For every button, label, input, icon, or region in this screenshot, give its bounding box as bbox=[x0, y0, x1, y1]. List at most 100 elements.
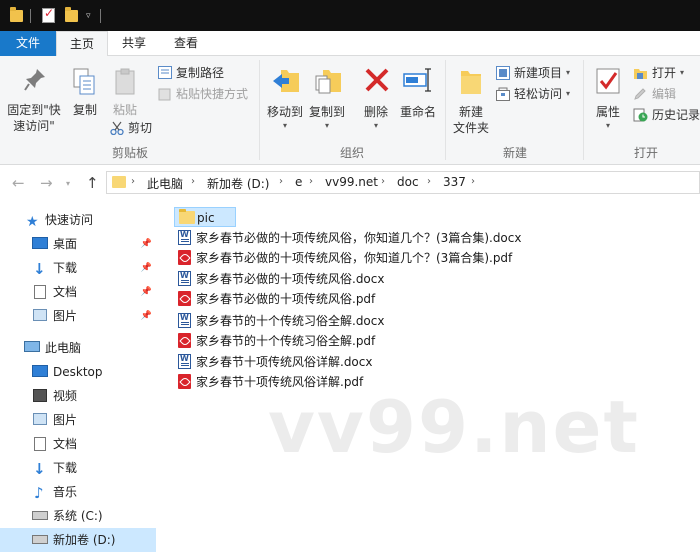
pdf-icon bbox=[178, 291, 191, 306]
new-folder-quick-icon[interactable] bbox=[65, 7, 78, 22]
pin-icon[interactable]: 📌 bbox=[141, 256, 152, 280]
group-divider bbox=[445, 60, 446, 160]
forward-arrow-icon[interactable]: → bbox=[40, 174, 53, 192]
nav-item-drive-d[interactable]: 新加卷 (D:) bbox=[0, 528, 156, 552]
easy-access-label: 轻松访问 bbox=[514, 87, 563, 101]
video-icon bbox=[33, 389, 47, 402]
new-group-label: 新建 bbox=[502, 146, 527, 160]
paste-shortcut-label: 粘贴快捷方式 bbox=[176, 87, 249, 101]
breadcrumb-doc[interactable]: doc bbox=[397, 175, 419, 189]
breadcrumb-this-pc[interactable]: 此电脑 bbox=[147, 175, 183, 192]
nav-item-videos[interactable]: 视频 bbox=[0, 384, 156, 408]
breadcrumb-vv99[interactable]: vv99.net bbox=[325, 175, 378, 189]
rename-button[interactable]: 重命名 bbox=[396, 66, 440, 126]
new-item-dropdown-icon: ▾ bbox=[566, 68, 571, 77]
copy-button[interactable]: 复制 bbox=[66, 68, 104, 128]
tab-home[interactable]: 主页 bbox=[56, 31, 108, 57]
properties-dropdown-icon: ▾ bbox=[605, 121, 610, 130]
toolbar-divider bbox=[100, 9, 101, 23]
history-label: 历史记录 bbox=[652, 108, 700, 122]
nav-item-desktop-qa[interactable]: 桌面 📌 bbox=[0, 232, 156, 256]
download-arrow-icon: ↓ bbox=[33, 460, 46, 478]
nav-this-pc-label: 此电脑 bbox=[45, 341, 82, 355]
title-bar: ✓ ▿ bbox=[0, 0, 700, 31]
pdf-icon bbox=[178, 374, 191, 389]
folder-icon[interactable] bbox=[10, 7, 23, 22]
address-bar[interactable]: › 此电脑 › 新加卷 (D:) › e › vv99.net › doc › … bbox=[106, 171, 700, 194]
properties-button[interactable]: 属性 ▾ bbox=[588, 66, 628, 134]
copy-to-button[interactable]: 复制到 ▾ bbox=[306, 66, 348, 134]
tab-share[interactable]: 共享 bbox=[111, 31, 157, 56]
pin-quick-access-button[interactable]: 固定到"快 速访问" bbox=[4, 68, 64, 138]
customize-toolbar-icon[interactable]: ▿ bbox=[86, 11, 91, 28]
list-item-folder-pic[interactable]: pic bbox=[174, 207, 236, 227]
pin-quick-access-label-2: 速访问" bbox=[13, 119, 55, 133]
file-name: 家乡春节必做的十项传统风俗，你知道几个？(3篇合集).pdf bbox=[196, 251, 513, 265]
chevron-right-icon: › bbox=[309, 176, 313, 187]
delete-button[interactable]: 删除 ▾ bbox=[358, 66, 394, 134]
new-folder-icon bbox=[461, 71, 481, 94]
move-to-dropdown-icon: ▾ bbox=[282, 121, 287, 130]
picture-icon bbox=[33, 309, 47, 321]
nav-label: 视频 bbox=[53, 389, 78, 403]
nav-label: 新加卷 (D:) bbox=[53, 533, 116, 547]
word-document-icon bbox=[178, 354, 191, 369]
folder-icon bbox=[179, 209, 195, 224]
pin-icon[interactable]: 📌 bbox=[141, 304, 152, 328]
group-divider bbox=[583, 60, 584, 160]
pdf-icon bbox=[178, 333, 191, 348]
nav-label: 音乐 bbox=[53, 485, 78, 499]
nav-item-documents-qa[interactable]: 文档 📌 bbox=[0, 280, 156, 304]
breadcrumb-drive-d[interactable]: 新加卷 (D:) bbox=[207, 175, 269, 192]
copy-icon bbox=[73, 68, 95, 95]
nav-quick-access[interactable]: ★ 快速访问 bbox=[0, 208, 156, 232]
nav-item-downloads-qa[interactable]: ↓ 下载 📌 bbox=[0, 256, 156, 280]
open-dropdown-icon: ▾ bbox=[680, 68, 685, 77]
open-group-label: 打开 bbox=[633, 146, 658, 160]
new-item-icon bbox=[496, 66, 510, 80]
nav-item-pictures[interactable]: 图片 bbox=[0, 408, 156, 432]
group-divider bbox=[259, 60, 260, 160]
word-document-icon bbox=[178, 313, 191, 328]
move-to-button[interactable]: 移动到 ▾ bbox=[264, 66, 306, 134]
organize-group-label: 组织 bbox=[339, 146, 364, 160]
paste-label: 粘贴 bbox=[112, 103, 137, 117]
nav-item-drive-c[interactable]: 系统 (C:) bbox=[0, 504, 156, 528]
new-folder-label-2: 文件夹 bbox=[452, 121, 489, 135]
pin-icon[interactable]: 📌 bbox=[141, 280, 152, 304]
copy-path-label: 复制路径 bbox=[176, 66, 225, 80]
nav-item-pictures-qa[interactable]: 图片 📌 bbox=[0, 304, 156, 328]
move-to-icon bbox=[273, 70, 299, 92]
back-arrow-icon[interactable]: ← bbox=[12, 174, 25, 192]
nav-quick-access-label: 快速访问 bbox=[45, 213, 94, 227]
recent-locations-icon[interactable]: ▾ bbox=[66, 179, 70, 188]
nav-label: Desktop bbox=[53, 365, 103, 379]
new-folder-label: 新建 bbox=[458, 105, 483, 119]
tab-file[interactable]: 文件 bbox=[0, 31, 56, 56]
toolbar-divider bbox=[30, 9, 31, 23]
rename-icon bbox=[403, 68, 431, 92]
tab-view[interactable]: 查看 bbox=[163, 31, 209, 56]
nav-item-music[interactable]: ♪ 音乐 bbox=[0, 480, 156, 504]
nav-this-pc[interactable]: 此电脑 bbox=[0, 336, 156, 360]
download-arrow-icon: ↓ bbox=[33, 260, 46, 278]
nav-item-documents[interactable]: 文档 bbox=[0, 432, 156, 456]
file-name: 家乡春节的十个传统习俗全解.docx bbox=[196, 314, 385, 328]
properties-quick-icon[interactable]: ✓ bbox=[42, 6, 55, 23]
easy-access-dropdown-icon: ▾ bbox=[566, 89, 571, 98]
pin-quick-access-label: 固定到"快 bbox=[7, 103, 61, 117]
breadcrumb-e[interactable]: e bbox=[295, 175, 302, 189]
cut-label: 剪切 bbox=[128, 121, 153, 135]
chevron-right-icon: › bbox=[381, 176, 385, 187]
nav-label: 文档 bbox=[53, 285, 78, 299]
pdf-icon bbox=[178, 250, 191, 265]
nav-item-desktop[interactable]: Desktop bbox=[0, 360, 156, 384]
up-arrow-icon[interactable]: ↑ bbox=[86, 174, 99, 192]
new-folder-button[interactable]: 新建 文件夹 bbox=[450, 66, 492, 142]
breadcrumb-337[interactable]: 337 bbox=[443, 175, 466, 189]
nav-item-downloads[interactable]: ↓ 下载 bbox=[0, 456, 156, 480]
paste-shortcut-icon bbox=[158, 88, 171, 101]
desktop-icon bbox=[32, 365, 48, 377]
file-name: 家乡春节必做的十项传统风俗.pdf bbox=[196, 292, 376, 306]
pin-icon[interactable]: 📌 bbox=[141, 232, 152, 256]
